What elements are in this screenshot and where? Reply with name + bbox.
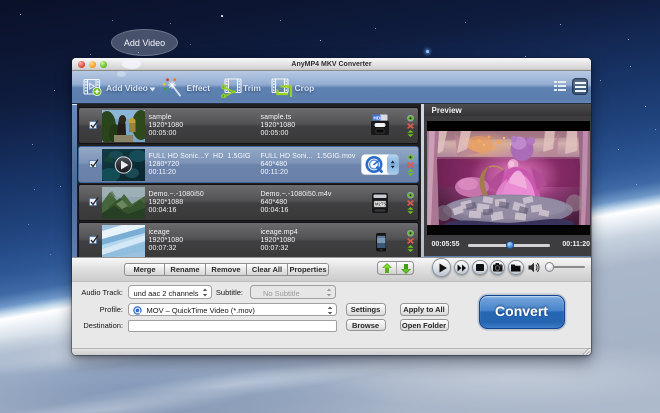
svg-text:HD: HD <box>373 115 380 121</box>
svg-text:M2TS: M2TS <box>375 202 386 207</box>
